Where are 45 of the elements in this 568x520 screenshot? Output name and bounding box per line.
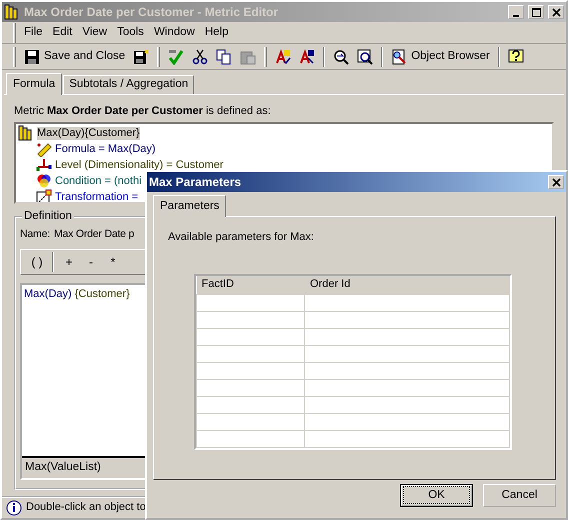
app-icon	[4, 4, 20, 20]
cancel-button[interactable]: Cancel	[483, 484, 556, 507]
tab[interactable]: Parameters	[153, 195, 226, 217]
name-label: Name:	[20, 228, 50, 241]
circles-icon	[36, 173, 52, 190]
toolbar-button[interactable]: Save and Close	[21, 48, 128, 66]
menu-item[interactable]: Tools	[112, 26, 149, 40]
menu-item[interactable]: Help	[200, 26, 234, 40]
column-header: FactID	[196, 276, 304, 294]
info-icon	[6, 500, 22, 516]
menu-item[interactable]: File	[19, 26, 48, 40]
close-button[interactable]	[548, 5, 564, 19]
formula-token: Max(Day)	[24, 288, 72, 300]
operator-button[interactable]: *	[103, 254, 123, 269]
operator-button[interactable]: +	[59, 254, 79, 269]
metric-definition-text: Metric Max Order Date per Customer is defined as:	[14, 105, 272, 118]
tree-item[interactable]: Level (Dimensionality) = Customer	[55, 158, 224, 172]
tab[interactable]: Formula	[6, 73, 62, 95]
pencil-icon	[36, 141, 52, 158]
minimize-icon	[513, 14, 519, 16]
formula-token: {Customer}	[74, 288, 130, 300]
maximize-button[interactable]	[528, 5, 544, 19]
tab[interactable]: Subtotals / Aggregation	[63, 75, 194, 94]
menu-item[interactable]: Edit	[48, 26, 78, 40]
menu-item[interactable]: View	[77, 26, 112, 40]
toolbar-button[interactable]: Object Browser	[388, 48, 493, 66]
dialog-title: Max Parameters	[149, 174, 242, 190]
close-icon	[550, 6, 562, 18]
tree-item[interactable]: Condition = (nothi	[55, 174, 142, 188]
ok-button[interactable]: OK	[400, 484, 473, 507]
close-icon	[550, 176, 562, 188]
operator-button[interactable]: ( )	[27, 254, 47, 269]
close-button[interactable]	[548, 175, 564, 189]
floppy-icon[interactable]	[24, 48, 40, 64]
operator-button[interactable]: -	[81, 254, 101, 269]
tree-item[interactable]: Max(Day){Customer}	[37, 126, 140, 140]
tree-item[interactable]: Transformation =	[55, 190, 138, 202]
column-header: Order Id	[304, 276, 510, 294]
maximize-icon	[530, 6, 542, 18]
window-title: Max Order Date per Customer - Metric Editor	[24, 4, 280, 20]
tree-item[interactable]: Formula = Max(Day)	[55, 142, 156, 156]
minimize-button[interactable]	[508, 5, 524, 19]
prompt-text: Available parameters for Max:	[168, 231, 315, 244]
name-value: Max Order Date p	[54, 228, 134, 241]
menu-item[interactable]: Window	[148, 26, 200, 40]
